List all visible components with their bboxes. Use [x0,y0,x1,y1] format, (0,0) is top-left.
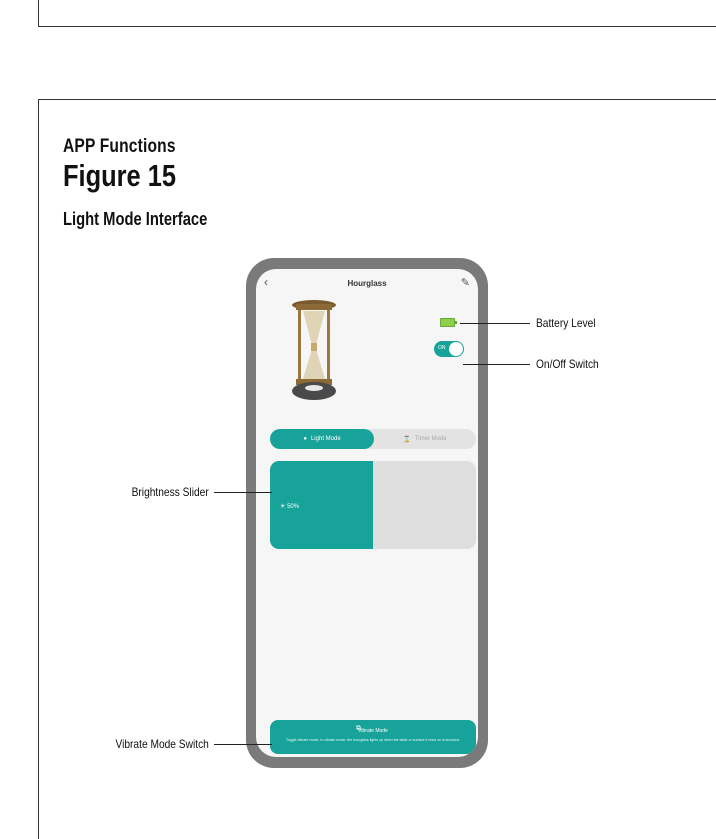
hourglass-image [292,300,336,400]
frame-top-box-left-line [38,0,39,27]
tab-timer-mode-label: Timer Mode [414,436,447,442]
slider-callout: Brightness Slider [131,485,209,499]
switch-callout-line [463,364,530,365]
figure-caption: Light Mode Interface [63,209,208,229]
tab-light-mode-label: Light Mode [310,436,341,442]
vibrate-description: Toggle vibrate mode. In vibrate mode, th… [286,738,460,742]
toggle-knob [449,342,463,356]
lightbulb-icon: ● [303,436,307,442]
tab-timer-mode[interactable]: ⌛ Timer Mode [374,429,476,449]
app-screen: ‹ Hourglass ✎ ON ● Light Mode ⌛ Timer Mo… [256,269,478,757]
frame-main-box-top-line [38,99,716,100]
phone-frame: ‹ Hourglass ✎ ON ● Light Mode ⌛ Timer Mo… [246,258,488,768]
brightness-value-label: 50% [287,504,300,510]
toggle-state-label: ON [438,345,446,351]
battery-callout-line [460,323,530,324]
section-heading: APP Functions [63,136,176,157]
edit-icon[interactable]: ✎ [461,276,470,289]
vibrate-callout: Vibrate Mode Switch [115,737,209,751]
frame-top-box-bottom-line [38,26,716,27]
tab-light-mode[interactable]: ● Light Mode [270,429,374,449]
switch-callout: On/Off Switch [536,357,599,371]
battery-icon [440,318,457,327]
brightness-slider[interactable]: ☀ 50% [270,461,476,549]
slider-callout-line [214,492,272,493]
vibrate-callout-line [214,744,272,745]
power-toggle[interactable]: ON [434,341,464,357]
battery-callout: Battery Level [536,316,596,330]
mode-tabs: ● Light Mode ⌛ Timer Mode [270,429,476,449]
hourglass-icon: ⌛ [403,436,411,443]
figure-number: Figure 15 [63,158,177,193]
sun-icon: ☀ [280,504,286,510]
brightness-value: ☀ 50% [280,503,299,510]
vibrate-title: Vibrate Mode [358,728,388,734]
frame-main-box-left-line [38,99,39,839]
vibrate-mode-button[interactable]: ⧉ Vibrate Mode Toggle vibrate mode. In v… [270,720,476,754]
screen-title: Hourglass [347,279,387,288]
